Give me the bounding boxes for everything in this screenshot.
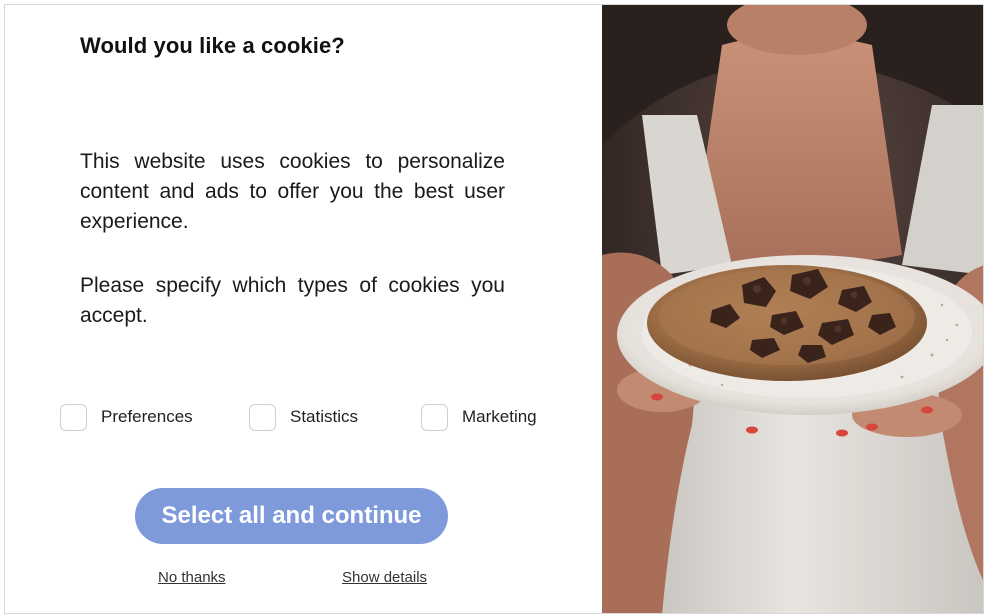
- consent-panel: Would you like a cookie? This website us…: [5, 5, 602, 613]
- show-details-link[interactable]: Show details: [342, 569, 427, 586]
- checkbox-statistics-label: Statistics: [290, 407, 359, 426]
- cookie-photo-illustration: [602, 5, 983, 613]
- checkbox-preferences[interactable]: Preferences: [60, 401, 193, 433]
- cookie-photo: [602, 5, 983, 613]
- checkbox-preferences-label: Preferences: [101, 407, 193, 426]
- select-all-continue-button[interactable]: Select all and continue: [135, 488, 448, 544]
- checkbox-marketing[interactable]: Marketing: [421, 401, 537, 433]
- cookie-instruction: Please specify which types of cookies yo…: [80, 274, 505, 327]
- checkbox-marketing-box[interactable]: [421, 403, 448, 431]
- checkbox-marketing-label: Marketing: [462, 407, 537, 426]
- cookie-type-options: Preferences Statistics Marketing: [60, 401, 560, 435]
- dialog-title: Would you like a cookie?: [80, 33, 345, 58]
- cookie-consent-dialog: Would you like a cookie? This website us…: [4, 4, 984, 614]
- cookie-description: This website uses cookies to personalize…: [80, 150, 505, 233]
- checkbox-statistics[interactable]: Statistics: [249, 401, 358, 433]
- no-thanks-link[interactable]: No thanks: [158, 569, 226, 586]
- checkbox-preferences-box[interactable]: [60, 403, 87, 431]
- checkbox-statistics-box[interactable]: [249, 403, 276, 431]
